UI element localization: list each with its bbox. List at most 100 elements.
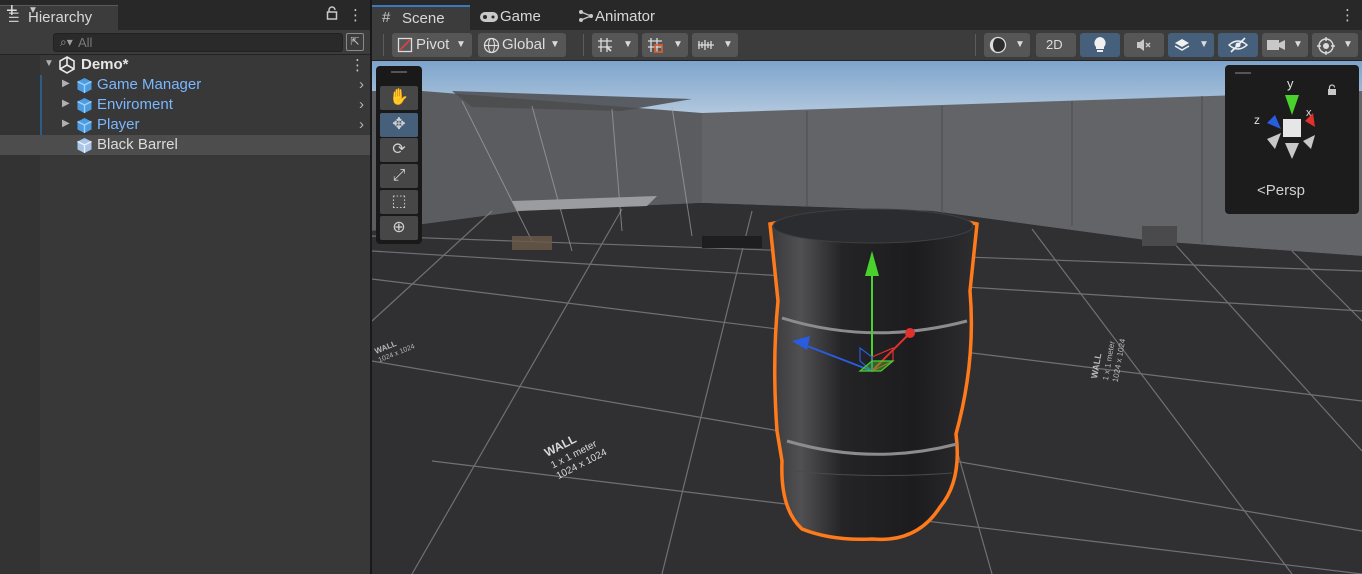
global-dropdown[interactable]: Global ▼ [478, 33, 566, 57]
camera-dropdown[interactable]: ▼ [1262, 33, 1308, 57]
rect-transform-icon: ⬚ [391, 193, 407, 210]
camera-icon [1266, 37, 1286, 57]
toolbar-grip [383, 34, 384, 56]
prefab-cube-icon [76, 137, 92, 153]
axis-y-label: y [1287, 76, 1294, 91]
prefab-cube-icon [76, 117, 92, 133]
hand-icon: ✋ [389, 89, 409, 106]
pivot-label: Pivot [416, 36, 450, 53]
transform-icon: ⊕ [392, 219, 406, 236]
hierarchy-item-enviroment[interactable]: ▶ Enviroment › [0, 95, 370, 115]
grid-snap-icon [596, 36, 614, 58]
orientation-gizmo[interactable]: y z x <Persp [1225, 65, 1359, 214]
hand-tool-button[interactable]: ✋ [380, 86, 418, 110]
ruler-icon [696, 36, 716, 58]
tool-palette: ✋ ✥ ⟳ ⤢ ⬚ ⊕ [376, 66, 422, 244]
effects-dropdown[interactable]: ▼ [1168, 33, 1214, 57]
globe-icon [483, 37, 500, 58]
scene-visibility-toggle[interactable] [1218, 33, 1258, 57]
prefab-cube-icon [76, 77, 92, 93]
hierarchy-item-label: Game Manager [97, 76, 202, 93]
unity-scene-icon [58, 56, 76, 77]
pivot-icon [397, 37, 413, 57]
scene-root-label: Demo* [81, 56, 129, 73]
search-options-icon[interactable]: ⇱ [346, 33, 364, 51]
eye-hidden-icon [1227, 36, 1249, 58]
scene-viewport[interactable]: WALL 1 x 1 meter 1024 x 1024 WALL 1024 x… [372, 61, 1362, 574]
chevron-down-icon: ▼ [1015, 39, 1025, 50]
lightbulb-icon [1092, 36, 1108, 58]
lighting-toggle[interactable] [1080, 33, 1120, 57]
hierarchy-item-label: Player [97, 116, 140, 133]
gizmo-crosshair-icon [1316, 36, 1336, 60]
tab-animator[interactable]: Animator [576, 5, 686, 30]
tab-game[interactable]: Game [476, 5, 572, 30]
2d-toggle[interactable]: 2D [1036, 33, 1076, 57]
foldout-open-icon[interactable]: ▼ [44, 58, 54, 69]
hierarchy-item-player[interactable]: ▶ Player › [0, 115, 370, 135]
rotate-tool-button[interactable]: ⟳ [380, 138, 418, 162]
increment-snapping-toggle[interactable]: ▼ [642, 33, 688, 57]
pivot-dropdown[interactable]: Pivot ▼ [392, 33, 472, 57]
tab-hierarchy[interactable]: ☰ Hierarchy [0, 5, 118, 30]
kebab-menu-icon[interactable]: ⋮ [1340, 6, 1355, 24]
chevron-right-icon[interactable]: › [359, 76, 364, 93]
increment-snap-icon [646, 36, 664, 58]
scale-icon: ⤢ [392, 167, 406, 184]
hierarchy-item-label: Enviroment [97, 96, 173, 113]
search-placeholder: All [78, 35, 93, 50]
lock-icon[interactable] [326, 6, 338, 24]
rotate-icon: ⟳ [392, 141, 406, 158]
scene-root-row[interactable]: ▼ Demo* ⋮ [0, 55, 370, 75]
tab-game-label: Game [500, 8, 541, 25]
prefab-override-bar [40, 115, 42, 135]
speaker-muted-icon [1135, 37, 1153, 57]
chevron-down-icon: ▼ [673, 39, 683, 50]
prefab-override-bar [40, 95, 42, 115]
foldout-closed-icon[interactable]: ▶ [62, 78, 70, 89]
toolbar-grip [975, 34, 976, 56]
chevron-right-icon[interactable]: › [359, 96, 364, 113]
chevron-down-icon: ▼ [1343, 39, 1353, 50]
grid-snapping-toggle[interactable]: ▼ [592, 33, 638, 57]
hierarchy-item-game-manager[interactable]: ▶ Game Manager › [0, 75, 370, 95]
add-object-button[interactable]: + [6, 0, 18, 22]
chevron-down-icon[interactable]: ▼ [28, 5, 38, 16]
scale-tool-button[interactable]: ⤢ [380, 164, 418, 188]
hierarchy-item-label: Black Barrel [97, 136, 178, 153]
tab-scene[interactable]: # Scene [372, 5, 470, 30]
chevron-right-icon[interactable]: › [359, 116, 364, 133]
gamepad-icon [479, 10, 499, 26]
projection-label[interactable]: <Persp [1257, 182, 1305, 199]
scene-render: WALL 1 x 1 meter 1024 x 1024 WALL 1024 x… [372, 61, 1362, 574]
kebab-menu-icon[interactable]: ⋮ [348, 6, 363, 24]
audio-toggle[interactable] [1124, 33, 1164, 57]
shading-mode-dropdown[interactable]: ▼ [984, 33, 1030, 57]
foldout-closed-icon[interactable]: ▶ [62, 118, 70, 129]
ruler-dropdown[interactable]: ▼ [692, 33, 738, 57]
layers-icon [1173, 36, 1191, 58]
toolbar-grip [583, 34, 584, 56]
move-tool-button[interactable]: ✥ [380, 113, 418, 137]
palette-grip[interactable] [391, 71, 407, 73]
gizmos-dropdown[interactable]: ▼ [1312, 33, 1358, 57]
chevron-down-icon: ▼ [1199, 39, 1209, 50]
axis-cube-icon: y z x [1254, 76, 1315, 159]
tab-scene-label: Scene [402, 10, 445, 27]
chevron-down-icon: ▼ [550, 39, 560, 50]
rect-tool-button[interactable]: ⬚ [380, 190, 418, 214]
chevron-down-icon: ▼ [623, 39, 633, 50]
move-arrows-icon: ✥ [392, 116, 406, 133]
prefab-override-bar [40, 75, 42, 95]
chevron-left-icon: < [1257, 182, 1266, 199]
chevron-down-icon: ▼ [456, 39, 466, 50]
shading-sphere-icon [989, 36, 1007, 58]
animator-icon [578, 9, 594, 26]
hierarchy-item-black-barrel[interactable]: Black Barrel [0, 135, 370, 155]
2d-label: 2D [1046, 37, 1063, 52]
kebab-menu-icon[interactable]: ⋮ [350, 56, 365, 74]
search-input[interactable]: ⌕▾ All [53, 33, 343, 52]
transform-tool-button[interactable]: ⊕ [380, 216, 418, 240]
global-label: Global [502, 36, 546, 53]
foldout-closed-icon[interactable]: ▶ [62, 98, 70, 109]
